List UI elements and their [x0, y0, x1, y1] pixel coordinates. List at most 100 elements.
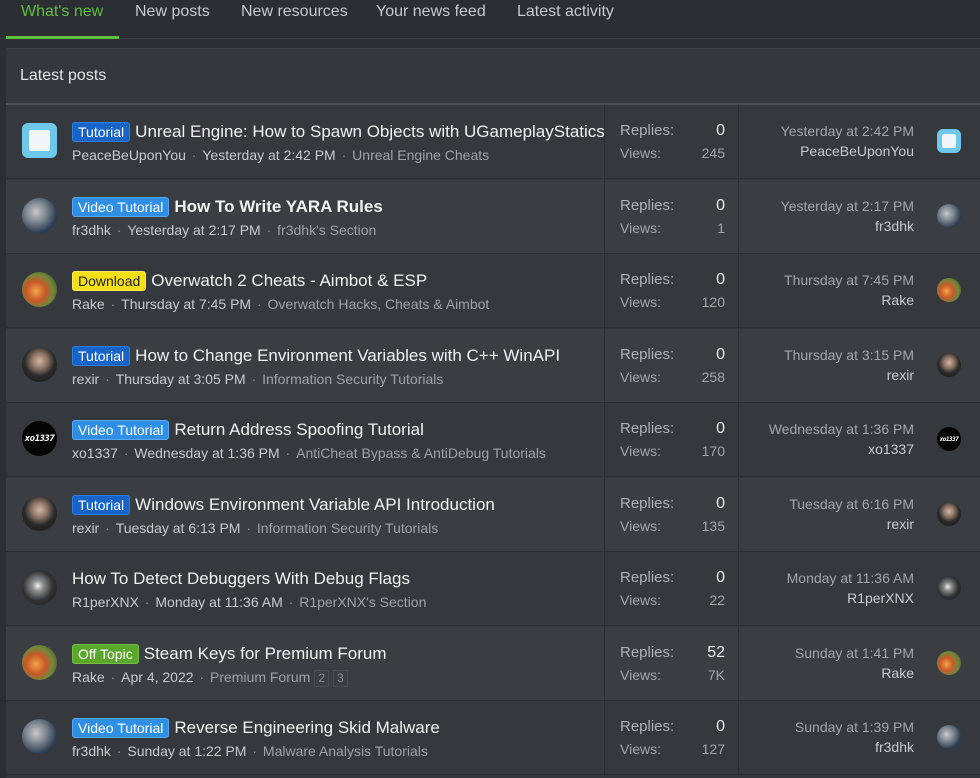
tab-your-news-feed[interactable]: Your news feed: [376, 3, 486, 37]
thread-author-link[interactable]: fr3dhk: [72, 222, 111, 238]
last-post-date[interactable]: Thursday at 3:15 PM: [746, 347, 914, 363]
thread-forum-link[interactable]: R1perXNX's Section: [299, 594, 426, 610]
latest-posts-block: Latest posts Tutorial Unreal Engine: How …: [6, 48, 980, 778]
thread-forum-link[interactable]: AntiCheat Bypass & AntiDebug Tutorials: [296, 445, 546, 461]
replies-count: 0: [716, 345, 725, 363]
last-post-date[interactable]: Yesterday at 2:17 PM: [746, 198, 914, 214]
tile-avatar-icon[interactable]: [937, 129, 961, 153]
xo1337-avatar-icon[interactable]: xo1337: [22, 421, 57, 456]
thread-stats: Replies: 0 Views: 1: [604, 179, 739, 254]
last-post-date[interactable]: Yesterday at 2:42 PM: [746, 123, 914, 139]
thread-prefix-label[interactable]: Video Tutorial: [72, 196, 170, 217]
page-jump-link[interactable]: 3: [333, 669, 348, 687]
person-avatar-icon[interactable]: [22, 346, 57, 382]
views-label: Views:: [620, 368, 661, 385]
tab-whats-new[interactable]: What's new: [21, 3, 103, 37]
thread-author-link[interactable]: xo1337: [72, 445, 118, 461]
tab-new-posts[interactable]: New posts: [135, 3, 210, 37]
thread-meta: PeaceBeUponYou · Yesterday at 2:42 PM · …: [72, 147, 489, 163]
last-post-user[interactable]: Rake: [746, 665, 914, 681]
last-post-date[interactable]: Monday at 11:36 AM: [746, 570, 914, 586]
photo-avatar-icon[interactable]: [22, 719, 57, 754]
separator: ·: [112, 743, 126, 759]
last-post-user[interactable]: Rake: [746, 292, 914, 308]
xo1337-avatar-icon[interactable]: xo1337: [937, 427, 961, 451]
views-label: Views:: [620, 592, 661, 608]
fire-avatar-icon[interactable]: [22, 272, 57, 307]
thread-title-link[interactable]: How to Change Environment Variables with…: [135, 346, 560, 366]
fire-avatar-icon[interactable]: [22, 644, 57, 680]
tile-avatar-icon[interactable]: [22, 123, 57, 158]
thread-title-link[interactable]: Unreal Engine: How to Spawn Objects with…: [135, 122, 605, 142]
photo-avatar-icon[interactable]: [937, 725, 961, 749]
views-label: Views:: [620, 517, 661, 534]
person-avatar-icon[interactable]: [937, 501, 961, 526]
thread-forum-link[interactable]: Information Security Tutorials: [257, 520, 438, 536]
last-post-date[interactable]: Sunday at 1:41 PM: [746, 645, 914, 661]
replies-count: 0: [716, 420, 725, 437]
person-avatar-icon[interactable]: [22, 495, 57, 531]
thread-start-date[interactable]: Thursday at 3:05 PM: [116, 371, 246, 387]
tab-latest-activity[interactable]: Latest activity: [517, 3, 614, 37]
thread-start-date[interactable]: Tuesday at 6:13 PM: [116, 520, 241, 536]
thread-start-date[interactable]: Yesterday at 2:17 PM: [127, 222, 260, 238]
thread-title-link[interactable]: Return Address Spoofing Tutorial: [174, 420, 423, 440]
thread-author-link[interactable]: rexir: [72, 371, 99, 387]
thread-forum-link[interactable]: Premium Forum: [210, 669, 310, 685]
last-post-user[interactable]: rexir: [746, 516, 914, 532]
last-post-user[interactable]: PeaceBeUponYou: [746, 143, 914, 159]
thread-forum-link[interactable]: Overwatch Hacks, Cheats & Aimbot: [268, 296, 490, 312]
thread-title-link[interactable]: Windows Environment Variable API Introdu…: [135, 495, 495, 515]
fire-avatar-icon[interactable]: [937, 278, 961, 302]
thread-prefix-label[interactable]: Video Tutorial: [72, 420, 170, 440]
last-post-user[interactable]: fr3dhk: [746, 218, 914, 234]
replies-stat: Replies: 0: [620, 197, 725, 215]
thread-prefix-label[interactable]: Tutorial: [72, 494, 131, 515]
thread-author-link[interactable]: PeaceBeUponYou: [72, 147, 186, 163]
page-jump-link[interactable]: 2: [314, 669, 330, 687]
fire-avatar-icon[interactable]: [937, 650, 961, 675]
last-post-date[interactable]: Tuesday at 6:16 PM: [746, 496, 914, 512]
thread-prefix-label[interactable]: Tutorial: [72, 345, 131, 366]
thread-title-link[interactable]: How To Write YARA Rules: [174, 197, 382, 217]
thread-title-link[interactable]: Steam Keys for Premium Forum: [144, 644, 387, 664]
photo-avatar-icon[interactable]: [22, 197, 57, 233]
thread-start-date[interactable]: Monday at 11:36 AM: [155, 594, 282, 610]
moon-avatar-icon[interactable]: [22, 570, 57, 605]
thread-author-link[interactable]: R1perXNX: [72, 594, 139, 610]
last-post-date[interactable]: Wednesday at 1:36 PM: [746, 421, 914, 437]
thread-forum-link[interactable]: Malware Analysis Tutorials: [263, 743, 428, 759]
thread-forum-link[interactable]: Information Security Tutorials: [262, 371, 443, 387]
thread-start-date[interactable]: Sunday at 1:22 PM: [127, 743, 246, 759]
person-avatar-icon[interactable]: [937, 352, 961, 377]
thread-start-date[interactable]: Apr 4, 2022: [121, 669, 193, 685]
separator: ·: [112, 221, 126, 238]
thread-author-link[interactable]: Rake: [72, 669, 105, 685]
last-post-user[interactable]: rexir: [746, 367, 914, 383]
thread-start-date[interactable]: Thursday at 7:45 PM: [121, 296, 251, 312]
last-post-date[interactable]: Sunday at 1:39 PM: [746, 719, 914, 735]
thread-start-date[interactable]: Yesterday at 2:42 PM: [202, 147, 335, 163]
last-post-user[interactable]: fr3dhk: [746, 739, 914, 755]
thread-title-link[interactable]: How To Detect Debuggers With Debug Flags: [72, 569, 410, 589]
thread-prefix-label[interactable]: Tutorial: [72, 122, 131, 142]
photo-avatar-icon[interactable]: [937, 203, 961, 228]
thread-author-link[interactable]: rexir: [72, 520, 99, 536]
replies-label: Replies:: [620, 345, 675, 363]
thread-title-link[interactable]: Reverse Engineering Skid Malware: [174, 718, 440, 738]
replies-stat: Replies: 0: [620, 122, 725, 140]
thread-prefix-label[interactable]: Download: [72, 271, 147, 291]
last-post-user[interactable]: xo1337: [746, 441, 914, 457]
thread-title-link[interactable]: Overwatch 2 Cheats - Aimbot & ESP: [151, 271, 427, 291]
thread-start-date[interactable]: Wednesday at 1:36 PM: [134, 445, 279, 461]
tab-new-resources[interactable]: New resources: [241, 3, 348, 37]
moon-avatar-icon[interactable]: [937, 576, 961, 600]
thread-author-link[interactable]: fr3dhk: [72, 743, 111, 759]
thread-prefix-label[interactable]: Video Tutorial: [72, 718, 170, 738]
thread-author-link[interactable]: Rake: [72, 296, 105, 312]
thread-forum-link[interactable]: Unreal Engine Cheats: [352, 147, 489, 163]
last-post-date[interactable]: Thursday at 7:45 PM: [746, 272, 914, 288]
last-post-user[interactable]: R1perXNX: [746, 590, 914, 606]
thread-forum-link[interactable]: fr3dhk's Section: [277, 222, 376, 238]
thread-prefix-label[interactable]: Off Topic: [72, 643, 139, 664]
